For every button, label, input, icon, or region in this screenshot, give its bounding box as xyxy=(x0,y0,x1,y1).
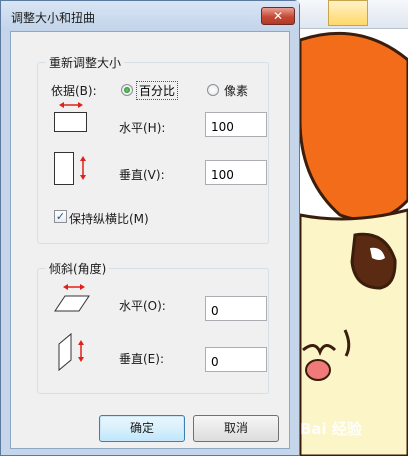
close-button[interactable]: ✕ xyxy=(261,7,295,25)
keep-ratio-label[interactable]: 保持纵横比(M) xyxy=(69,210,149,227)
pixels-radio[interactable] xyxy=(207,84,219,96)
basis-label: 依据(B): xyxy=(51,84,97,98)
vertical-skew-field[interactable] xyxy=(205,347,267,372)
ok-button[interactable]: 确定 xyxy=(99,415,185,442)
horizontal-skew-field[interactable] xyxy=(205,296,267,321)
horizontal-skew-label: 水平(O): xyxy=(119,299,166,313)
vertical-skew-icon xyxy=(58,332,84,372)
pixels-radio-label[interactable]: 像素 xyxy=(224,82,248,99)
close-icon: ✕ xyxy=(272,9,284,23)
resize-group-title: 重新调整大小 xyxy=(46,54,125,71)
keep-ratio-checkbox[interactable]: ✓ xyxy=(54,210,67,223)
dialog-body: 重新调整大小 依据(B): 百分比 像素 水平(H): 垂直(V): ✓ xyxy=(10,31,290,449)
vertical-resize-label: 垂直(V): xyxy=(119,168,165,182)
percent-radio[interactable] xyxy=(121,84,133,96)
vertical-resize-field[interactable] xyxy=(205,160,267,185)
percent-radio-label-box[interactable]: 百分比 xyxy=(136,81,179,100)
vertical-skew-label: 垂直(E): xyxy=(119,352,164,366)
horizontal-skew-icon xyxy=(54,284,90,312)
horizontal-resize-label: 水平(H): xyxy=(119,121,166,135)
horizontal-resize-icon xyxy=(54,102,87,132)
cancel-button[interactable]: 取消 xyxy=(193,415,279,442)
check-icon: ✓ xyxy=(55,210,66,223)
resize-skew-dialog: 调整大小和扭曲 ✕ 重新调整大小 依据(B): 百分比 像素 水平(H): 10… xyxy=(0,0,300,456)
vertical-resize-icon xyxy=(54,152,86,185)
title-bar[interactable]: 调整大小和扭曲 ✕ xyxy=(1,1,299,31)
skew-group-title: 倾斜(角度) xyxy=(46,260,110,277)
percent-radio-label: 百分比 xyxy=(139,84,176,98)
horizontal-resize-field[interactable] xyxy=(205,112,267,137)
ribbon-button[interactable] xyxy=(328,0,368,26)
watermark-logo: Bai 经验 xyxy=(300,420,362,438)
dialog-title: 调整大小和扭曲 xyxy=(11,11,96,25)
